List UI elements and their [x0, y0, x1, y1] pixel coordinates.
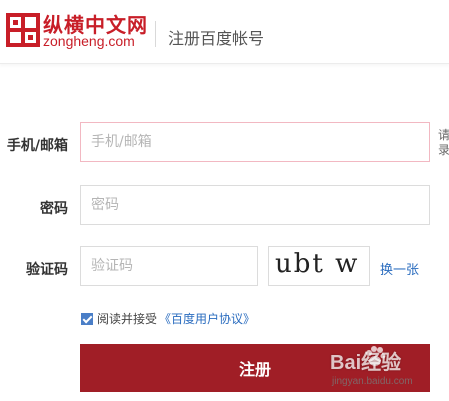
page-title: 注册百度帐号: [168, 29, 265, 48]
agree-checkbox[interactable]: [81, 312, 93, 325]
refresh-captcha-link[interactable]: 换一张: [380, 259, 419, 278]
captcha-input[interactable]: [80, 246, 258, 286]
captcha-text: ubt w: [275, 249, 360, 279]
account-label: 手机/邮箱: [6, 138, 68, 154]
account-input[interactable]: [80, 122, 430, 162]
password-input[interactable]: [80, 185, 430, 225]
account-hint: 请录: [438, 128, 449, 157]
user-agreement-link[interactable]: 《百度用户协议》: [159, 310, 255, 327]
header-divider: [155, 21, 156, 47]
zongheng-logo-icon: [6, 13, 40, 47]
register-button[interactable]: 注册: [80, 344, 430, 392]
agree-text: 阅读并接受: [97, 312, 158, 326]
password-label: 密码: [40, 201, 68, 217]
logo-domain[interactable]: zongheng.com: [43, 33, 135, 49]
site-header: 纵横中文网 zongheng.com 注册百度帐号: [0, 0, 449, 64]
captcha-label: 验证码: [26, 262, 68, 278]
captcha-image[interactable]: ubt w: [268, 246, 370, 286]
agreement-row: 阅读并接受 《百度用户协议》: [81, 310, 255, 327]
